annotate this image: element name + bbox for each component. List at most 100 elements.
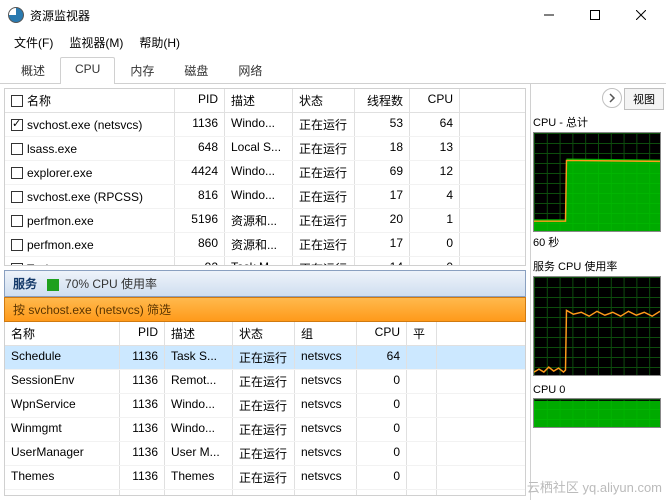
svc-group: netsvcs (295, 394, 357, 417)
proc-threads: 17 (355, 185, 410, 208)
svc-desc: Task S... (165, 346, 233, 369)
svc-name: SessionEnv (5, 370, 120, 393)
svc-avg (407, 370, 437, 393)
tab-memory[interactable]: 内存 (115, 57, 169, 84)
collapse-button[interactable] (602, 88, 622, 108)
proc-cpu: 0 (410, 257, 460, 265)
proc-name: lsass.exe (27, 142, 77, 156)
process-row[interactable]: svchost.exe (netsvcs)1136Windo...正在运行536… (5, 113, 525, 137)
service-row[interactable]: SessionEnv1136Remot...正在运行netsvcs0 (5, 370, 525, 394)
col-desc[interactable]: 描述 (225, 89, 293, 112)
tab-network[interactable]: 网络 (223, 57, 277, 84)
row-checkbox[interactable] (11, 143, 23, 155)
graph-services-cpu: 服务 CPU 使用率 (533, 258, 664, 376)
proc-threads: 14 (355, 257, 410, 265)
service-row[interactable]: WpnService1136Windo...正在运行netsvcs0 (5, 394, 525, 418)
row-checkbox[interactable] (11, 119, 23, 131)
menu-file[interactable]: 文件(F) (8, 32, 59, 53)
proc-desc: 资源和... (225, 233, 293, 256)
svc-avg (407, 442, 437, 465)
row-checkbox[interactable] (11, 263, 23, 266)
services-usage: 70% CPU 使用率 (65, 277, 157, 291)
maximize-button[interactable] (572, 0, 618, 30)
col-cpu[interactable]: CPU (410, 89, 460, 112)
proc-cpu: 1 (410, 209, 460, 232)
filter-bar[interactable]: 按 svchost.exe (netsvcs) 筛选 (4, 297, 526, 322)
close-button[interactable] (618, 0, 664, 30)
service-row[interactable]: Themes1136Themes正在运行netsvcs0 (5, 466, 525, 490)
process-row[interactable]: lsass.exe648Local S...正在运行1813 (5, 137, 525, 161)
row-checkbox[interactable] (11, 191, 23, 203)
scol-avg[interactable]: 平 (407, 322, 437, 345)
tab-cpu[interactable]: CPU (60, 57, 115, 84)
scol-status[interactable]: 状态 (233, 322, 295, 345)
proc-pid: 816 (175, 185, 225, 208)
svc-cpu: 0 (357, 466, 407, 489)
proc-desc: Task M... (225, 257, 293, 265)
services-section-header[interactable]: 服务 70% CPU 使用率 (4, 270, 526, 297)
col-pid[interactable]: PID (175, 89, 225, 112)
graph3 (533, 398, 661, 428)
menu-help[interactable]: 帮助(H) (133, 32, 186, 53)
svc-status: 正在运行 (233, 370, 295, 393)
menubar: 文件(F) 监视器(M) 帮助(H) (0, 30, 666, 55)
graph1 (533, 132, 661, 232)
process-row[interactable]: svchost.exe (RPCSS)816Windo...正在运行174 (5, 185, 525, 209)
proc-cpu: 64 (410, 113, 460, 136)
menu-monitor[interactable]: 监视器(M) (63, 32, 129, 53)
svc-group: netsvcs (295, 370, 357, 393)
proc-name: perfmon.exe (27, 238, 94, 252)
proc-status: 正在运行 (293, 257, 355, 265)
right-pane: 视图 CPU - 总计 60 秒 服务 CPU 使用率 (531, 84, 666, 500)
svc-pid: 1136 (120, 394, 165, 417)
col-name[interactable]: 名称 (5, 89, 175, 112)
row-checkbox[interactable] (11, 167, 23, 179)
row-checkbox[interactable] (11, 239, 23, 251)
proc-desc: Windo... (225, 113, 293, 136)
proc-pid: 5196 (175, 209, 225, 232)
col-threads[interactable]: 线程数 (355, 89, 410, 112)
checkbox-icon[interactable] (11, 95, 23, 107)
process-row[interactable]: Taskmgr.exe92Task M...正在运行140 (5, 257, 525, 265)
view-button[interactable]: 视图 (624, 88, 664, 110)
svc-pid: 1136 (120, 418, 165, 441)
services-body[interactable]: Schedule1136Task S...正在运行netsvcs64Sessio… (5, 346, 525, 495)
svc-status: 正在运行 (233, 490, 295, 495)
scol-cpu[interactable]: CPU (357, 322, 407, 345)
scol-desc[interactable]: 描述 (165, 322, 233, 345)
svc-pid: 1136 (120, 346, 165, 369)
svc-status: 正在运行 (233, 394, 295, 417)
cpu-badge-icon (47, 279, 59, 291)
scol-name[interactable]: 名称 (5, 322, 120, 345)
col-name-label: 名称 (27, 92, 51, 109)
minimize-button[interactable] (526, 0, 572, 30)
process-row[interactable]: perfmon.exe860资源和...正在运行170 (5, 233, 525, 257)
graph3-title: CPU 0 (533, 384, 664, 396)
service-row[interactable]: ShellHWDetection1136Shell H...正在运行netsvc… (5, 490, 525, 495)
processes-body[interactable]: svchost.exe (netsvcs)1136Windo...正在运行536… (5, 113, 525, 265)
tab-overview[interactable]: 概述 (6, 57, 60, 84)
row-checkbox[interactable] (11, 215, 23, 227)
filter-text: 按 svchost.exe (netsvcs) 筛选 (13, 303, 171, 317)
service-row[interactable]: Winmgmt1136Windo...正在运行netsvcs0 (5, 418, 525, 442)
proc-threads: 17 (355, 233, 410, 256)
left-pane: 名称 PID 描述 状态 线程数 CPU svchost.exe (netsvc… (0, 84, 531, 500)
tab-disk[interactable]: 磁盘 (169, 57, 223, 84)
svc-desc: Shell H... (165, 490, 233, 495)
process-row[interactable]: explorer.exe4424Windo...正在运行6912 (5, 161, 525, 185)
graph1-sub: 60 秒 (533, 234, 664, 250)
service-row[interactable]: UserManager1136User M...正在运行netsvcs0 (5, 442, 525, 466)
proc-desc: 资源和... (225, 209, 293, 232)
proc-name: svchost.exe (RPCSS) (27, 190, 143, 204)
titlebar: 资源监视器 (0, 0, 666, 30)
graph-cpu0: CPU 0 (533, 384, 664, 428)
scol-group[interactable]: 组 (295, 322, 357, 345)
svc-status: 正在运行 (233, 346, 295, 369)
app-icon (8, 7, 24, 23)
scol-pid[interactable]: PID (120, 322, 165, 345)
process-row[interactable]: perfmon.exe5196资源和...正在运行201 (5, 209, 525, 233)
service-row[interactable]: Schedule1136Task S...正在运行netsvcs64 (5, 346, 525, 370)
svc-desc: Remot... (165, 370, 233, 393)
col-status[interactable]: 状态 (293, 89, 355, 112)
graph2-title: 服务 CPU 使用率 (533, 258, 664, 274)
